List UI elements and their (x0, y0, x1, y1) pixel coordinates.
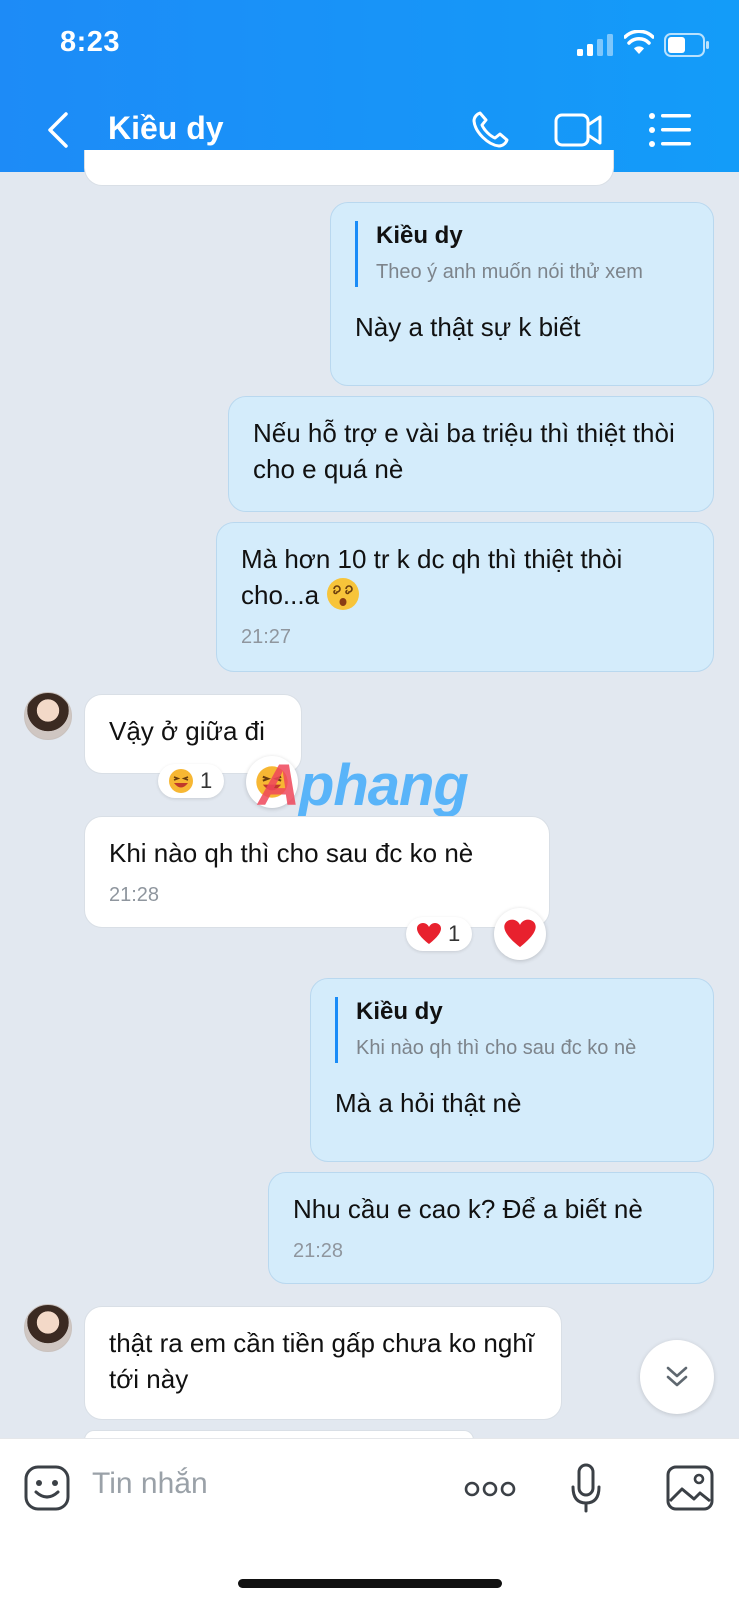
reply-quote[interactable]: Kiều dy Khi nào qh thì cho sau đc ko nè (335, 997, 689, 1063)
back-icon[interactable] (40, 108, 76, 152)
message-time: 21:28 (109, 884, 160, 906)
chat-header: 8:23 Kiều dy (0, 0, 739, 172)
message-bubble-sent[interactable]: Kiều dy Theo ý anh muốn nói thử xem Này … (330, 202, 714, 386)
signal-icon (577, 34, 613, 56)
contact-name[interactable]: Kiều dy (108, 110, 224, 147)
message-time: 21:28 (293, 1240, 344, 1262)
laughing-face-icon (169, 769, 193, 793)
message-time: 21:27 (241, 626, 292, 648)
reaction-button[interactable] (494, 908, 546, 960)
image-gallery-icon[interactable] (666, 1465, 714, 1511)
message-bubble-sent[interactable]: Nếu hỗ trợ e vài ba triệu thì thiệt thòi… (228, 396, 714, 512)
red-heart-icon (417, 923, 441, 944)
battery-icon (664, 33, 709, 57)
message-bubble-received[interactable]: Khi nào qh thì cho sau đc ko nè 21:28 (84, 816, 550, 928)
previous-message-edge (84, 150, 614, 186)
reply-quote[interactable]: Kiều dy Theo ý anh muốn nói thử xem (355, 221, 689, 287)
reaction-count: 1 (200, 768, 213, 793)
video-call-icon[interactable] (554, 108, 604, 152)
status-time: 8:23 (60, 26, 121, 58)
quote-author: Kiều dy (356, 998, 443, 1025)
quote-text: Theo ý anh muốn nói thử xem (376, 261, 643, 283)
message-bubble-sent[interactable]: Nhu cầu e cao k? Để a biết nè 21:28 (268, 1172, 714, 1284)
message-bubble-sent[interactable]: Mà hơn 10 tr k dc qh thì thiệt thòi cho.… (216, 522, 714, 672)
message-text: Mà a hỏi thật nè (335, 1088, 522, 1118)
microphone-icon[interactable] (570, 1463, 602, 1515)
message-text: Vậy ở giữa đi (109, 716, 265, 746)
composer-bar: Tin nhắn (0, 1438, 739, 1600)
message-bubble-received[interactable]: thật ra em cần tiền gấp chưa ko nghĩ tới… (84, 1306, 562, 1420)
contact-avatar[interactable] (24, 692, 72, 740)
red-heart-icon (504, 919, 536, 948)
reaction-count: 1 (448, 921, 461, 946)
phone-icon[interactable] (468, 108, 518, 152)
quote-author: Kiều dy (376, 222, 463, 249)
double-chevron-down-icon (666, 1366, 688, 1387)
sticker-icon[interactable] (24, 1465, 70, 1511)
menu-list-icon[interactable] (646, 108, 696, 152)
message-text: thật ra em cần tiền gấp chưa ko nghĩ tới… (109, 1328, 535, 1394)
watermark-logo: Aphang (258, 753, 469, 818)
wifi-icon (624, 30, 654, 54)
more-options-icon[interactable] (464, 1479, 516, 1499)
quote-text: Khi nào qh thì cho sau đc ko nè (356, 1037, 637, 1059)
message-bubble-sent[interactable]: Kiều dy Khi nào qh thì cho sau đc ko nè … (310, 978, 714, 1162)
message-text: Này a thật sự k biết (355, 312, 581, 342)
reaction-summary[interactable]: 1 (406, 917, 472, 951)
message-text: Nếu hỗ trợ e vài ba triệu thì thiệt thòi… (253, 418, 675, 484)
message-text: Mà hơn 10 tr k dc qh thì thiệt thòi cho.… (241, 544, 623, 610)
scroll-to-bottom-button[interactable] (640, 1340, 714, 1414)
reaction-summary[interactable]: 1 (158, 764, 224, 798)
message-text: Khi nào qh thì cho sau đc ko nè (109, 838, 474, 868)
contact-avatar[interactable] (24, 1304, 72, 1352)
message-text: Nhu cầu e cao k? Để a biết nè (293, 1194, 643, 1224)
home-indicator[interactable] (238, 1579, 502, 1588)
message-input[interactable]: Tin nhắn (92, 1467, 432, 1501)
dizzy-face-emoji (327, 578, 360, 610)
